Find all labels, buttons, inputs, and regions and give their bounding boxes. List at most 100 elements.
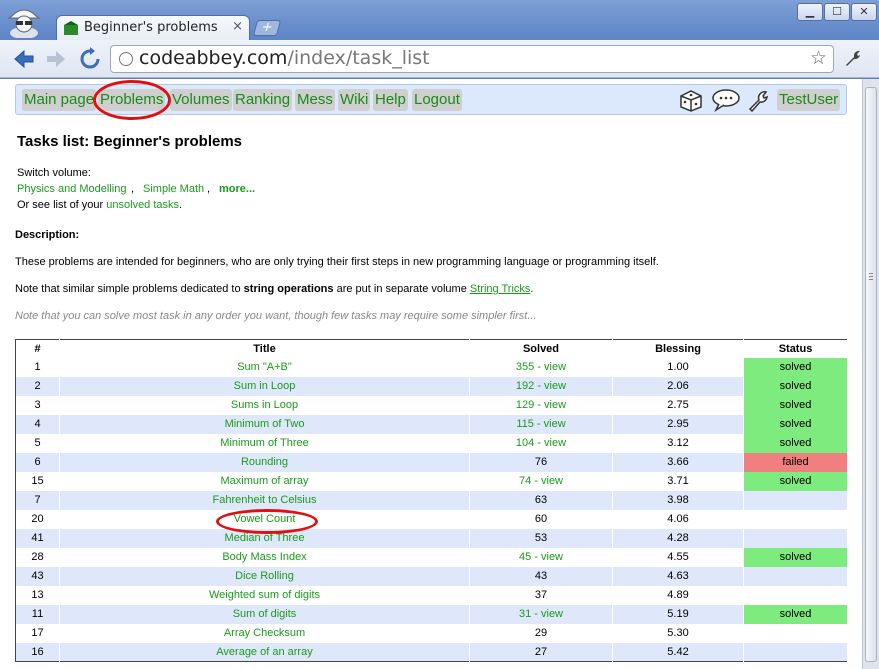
minimize-button[interactable]: ▁ bbox=[797, 3, 823, 21]
switch-volume-label: Switch volume: bbox=[17, 167, 91, 179]
string-tricks-link[interactable]: String Tricks bbox=[470, 283, 531, 295]
volume-link-simple-math[interactable]: Simple Math bbox=[143, 183, 204, 195]
solved-count: 37 bbox=[469, 585, 613, 605]
maximize-button[interactable]: ☐ bbox=[824, 3, 850, 21]
back-icon[interactable] bbox=[12, 47, 36, 71]
status-cell bbox=[743, 642, 848, 662]
table-row: 43 Dice Rolling 43 4.63 bbox=[15, 566, 848, 586]
col-blessing[interactable]: Blessing bbox=[612, 339, 744, 358]
status-cell bbox=[743, 528, 848, 548]
table-row: 3 Sums in Loop 129 - view 2.75 solved bbox=[15, 395, 848, 415]
blessing-value: 3.71 bbox=[612, 471, 744, 491]
table-row: 15 Maximum of array 74 - view 3.71 solved bbox=[15, 471, 848, 491]
task-title-link[interactable]: Average of an array bbox=[59, 642, 470, 662]
col-solved[interactable]: Solved bbox=[469, 339, 613, 358]
scroll-thumb[interactable] bbox=[865, 87, 877, 662]
task-title-link[interactable]: Minimum of Three bbox=[59, 433, 470, 453]
tab-title: Beginner's problems - C bbox=[84, 20, 220, 35]
status-cell: solved bbox=[743, 604, 848, 624]
tab-close-icon[interactable]: × bbox=[232, 19, 243, 34]
close-window-button[interactable]: ✕ bbox=[851, 3, 877, 21]
task-title-link[interactable]: Dice Rolling bbox=[59, 566, 470, 586]
solved-count[interactable]: 192 - view bbox=[469, 376, 613, 396]
task-title-link[interactable]: Array Checksum bbox=[59, 623, 470, 643]
task-number: 2 bbox=[15, 376, 60, 396]
table-row: 28 Body Mass Index 45 - view 4.55 solved bbox=[15, 547, 848, 567]
menu-volumes[interactable]: Volumes bbox=[170, 89, 232, 111]
star-icon[interactable]: ☆ bbox=[810, 47, 827, 69]
status-cell: solved bbox=[743, 433, 848, 453]
table-row: 1 Sum "A+B" 355 - view 1.00 solved bbox=[15, 357, 848, 377]
solved-count[interactable]: 129 - view bbox=[469, 395, 613, 415]
volume-link-physics[interactable]: Physics and Modelling bbox=[17, 183, 126, 195]
status-cell: solved bbox=[743, 547, 848, 567]
tasks-table: # Title Solved Blessing Status 1 Sum "A+B… bbox=[15, 339, 848, 662]
blessing-value: 4.63 bbox=[612, 566, 744, 586]
browser-tab[interactable]: Beginner's problems - C × bbox=[56, 15, 250, 40]
solved-count[interactable]: 355 - view bbox=[469, 357, 613, 377]
table-row: 13 Weighted sum of digits 37 4.89 bbox=[15, 585, 848, 605]
task-number: 20 bbox=[15, 509, 60, 529]
table-row: 16 Average of an array 27 5.42 bbox=[15, 642, 848, 662]
menu-wiki[interactable]: Wiki bbox=[338, 89, 371, 111]
unsolved-link[interactable]: unsolved tasks bbox=[106, 199, 179, 211]
task-title-link[interactable]: Sums in Loop bbox=[59, 395, 470, 415]
dice-icon[interactable] bbox=[678, 88, 704, 112]
unsolved-line: Or see list of your unsolved tasks. bbox=[17, 199, 183, 211]
menu-main-page[interactable]: Main page bbox=[22, 89, 97, 111]
chat-icon[interactable] bbox=[711, 88, 741, 112]
table-row: 7 Fahrenheit to Celsius 63 3.98 bbox=[15, 490, 848, 510]
solved-count: 43 bbox=[469, 566, 613, 586]
page-content: Main page Problems Volumes Ranking Mess … bbox=[0, 79, 862, 669]
task-title-link[interactable]: Sum "A+B" bbox=[59, 357, 470, 377]
blessing-value: 1.00 bbox=[612, 357, 744, 377]
description-text: These problems are intended for beginner… bbox=[15, 256, 659, 268]
reload-icon[interactable] bbox=[78, 47, 102, 71]
solved-count[interactable]: 104 - view bbox=[469, 433, 613, 453]
new-tab-button[interactable]: + bbox=[252, 20, 282, 36]
task-title-link[interactable]: Sum in Loop bbox=[59, 376, 470, 396]
page-scrollbar[interactable] bbox=[862, 79, 879, 669]
col-num: # bbox=[15, 339, 60, 358]
table-row: 6 Rounding 76 3.66 failed bbox=[15, 452, 848, 472]
status-cell: solved bbox=[743, 376, 848, 396]
wrench-icon[interactable] bbox=[843, 48, 863, 68]
page-title: Tasks list: Beginner's problems bbox=[17, 133, 243, 150]
task-title-link[interactable]: Minimum of Two bbox=[59, 414, 470, 434]
blessing-value: 5.42 bbox=[612, 642, 744, 662]
menu-user[interactable]: TestUser bbox=[777, 89, 841, 111]
order-hint: Note that you can solve most task in any… bbox=[15, 310, 537, 322]
solved-count[interactable]: 45 - view bbox=[469, 547, 613, 567]
solved-count[interactable]: 74 - view bbox=[469, 471, 613, 491]
forward-icon[interactable] bbox=[44, 47, 68, 71]
task-title-link[interactable]: Sum of digits bbox=[59, 604, 470, 624]
globe-icon bbox=[119, 52, 133, 66]
menu-help[interactable]: Help bbox=[373, 89, 408, 111]
solved-count[interactable]: 31 - view bbox=[469, 604, 613, 624]
table-row: 2 Sum in Loop 192 - view 2.06 solved bbox=[15, 376, 848, 396]
menu-mess[interactable]: Mess bbox=[295, 89, 335, 111]
blessing-value: 3.66 bbox=[612, 452, 744, 472]
status-cell: solved bbox=[743, 395, 848, 415]
col-title[interactable]: Title bbox=[59, 339, 470, 358]
description-label: Description: bbox=[15, 229, 80, 241]
settings-icon[interactable] bbox=[745, 88, 771, 112]
url-text[interactable]: codeabbey.com/index/task_list bbox=[139, 47, 430, 69]
address-bar[interactable]: codeabbey.com/index/task_list ☆ bbox=[110, 45, 834, 73]
status-cell: solved bbox=[743, 357, 848, 377]
solved-count[interactable]: 115 - view bbox=[469, 414, 613, 434]
menu-logout[interactable]: Logout bbox=[412, 89, 462, 111]
task-number: 17 bbox=[15, 623, 60, 643]
table-row: 5 Minimum of Three 104 - view 3.12 solved bbox=[15, 433, 848, 453]
menu-ranking[interactable]: Ranking bbox=[233, 89, 293, 111]
task-title-link[interactable]: Maximum of array bbox=[59, 471, 470, 491]
task-title-link[interactable]: Fahrenheit to Celsius bbox=[59, 490, 470, 510]
task-number: 28 bbox=[15, 547, 60, 567]
task-number: 4 bbox=[15, 414, 60, 434]
task-title-link[interactable]: Rounding bbox=[59, 452, 470, 472]
blessing-value: 4.06 bbox=[612, 509, 744, 529]
task-title-link[interactable]: Weighted sum of digits bbox=[59, 585, 470, 605]
solved-count: 63 bbox=[469, 490, 613, 510]
volume-link-more[interactable]: more... bbox=[219, 183, 255, 195]
task-title-link[interactable]: Body Mass Index bbox=[59, 547, 470, 567]
